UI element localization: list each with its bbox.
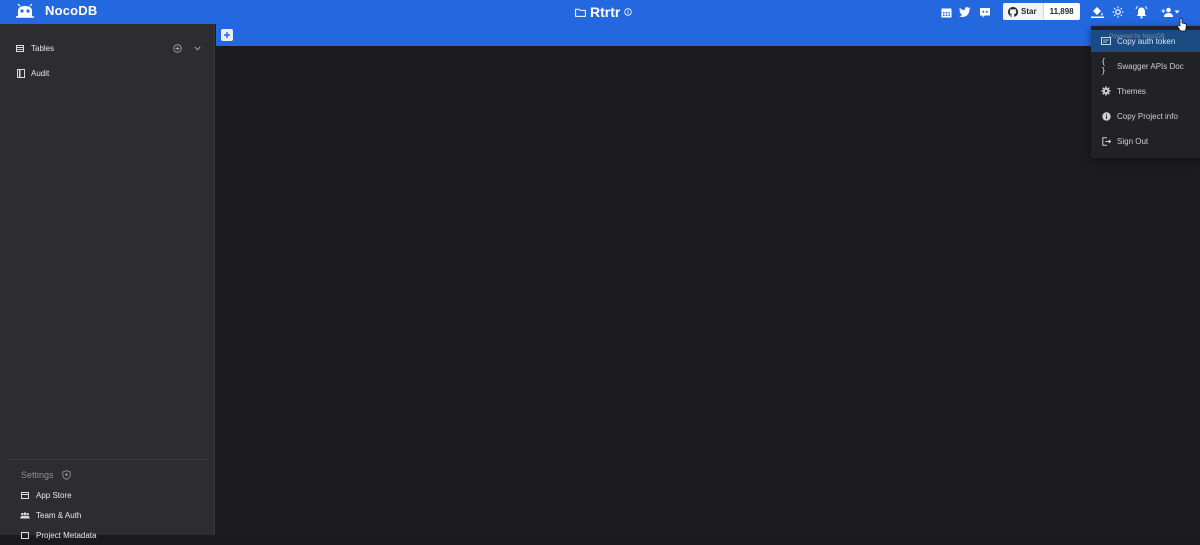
sidebar-item-label: App Store (36, 490, 72, 500)
discord-icon[interactable] (978, 5, 992, 19)
caret-down-icon (1174, 10, 1179, 14)
paint-bucket-icon[interactable] (1090, 5, 1104, 19)
main-content (216, 46, 1200, 535)
menu-item-label: Themes (1117, 86, 1146, 96)
sign-out-icon (1101, 136, 1111, 146)
plus-icon (224, 32, 230, 38)
sidebar-item-app-store[interactable]: App Store (0, 485, 215, 505)
add-table-icon[interactable] (173, 43, 182, 53)
info-icon (1101, 111, 1111, 121)
table-icon (16, 44, 24, 52)
shield-icon (61, 470, 71, 480)
sidebar: Tables Audit Settings App Store Team & A… (0, 24, 215, 540)
github-star[interactable]: Star (1003, 3, 1044, 20)
user-menu-button[interactable] (1159, 5, 1181, 19)
sidebar-item-project-metadata[interactable]: Project Metadata (0, 525, 215, 545)
mouse-cursor-icon (1177, 18, 1187, 32)
tab-bar (216, 24, 1200, 46)
divider (8, 459, 208, 460)
menu-item-label: Copy auth token (1117, 36, 1176, 46)
menu-item-copy-project-info[interactable]: Copy Project info (1091, 105, 1200, 127)
top-bar: NocoDB Rtrtr Star 11,898 (0, 0, 1200, 24)
settings-heading: Settings (21, 470, 71, 480)
menu-item-label: Copy Project info (1117, 111, 1178, 121)
info-icon[interactable] (624, 8, 633, 16)
twitter-icon[interactable] (958, 5, 972, 19)
project-title[interactable]: Rtrtr (575, 4, 633, 20)
add-tab-button[interactable] (221, 29, 233, 41)
user-dropdown-menu: Powered by NocoDB Copy auth token { } Sw… (1091, 26, 1200, 158)
nocodb-logo-icon[interactable] (15, 3, 35, 20)
user-add-icon (1161, 7, 1173, 17)
sidebar-item-label: Audit (31, 68, 50, 78)
github-icon (1008, 6, 1018, 17)
github-star-button[interactable]: Star 11,898 (1003, 3, 1080, 20)
project-name: Rtrtr (590, 4, 621, 20)
chevron-down-icon[interactable] (194, 45, 201, 51)
sidebar-item-tables[interactable]: Tables (0, 38, 215, 58)
brand-name[interactable]: NocoDB (45, 3, 97, 18)
sidebar-item-label: Tables (31, 43, 55, 53)
menu-item-label: Sign Out (1117, 136, 1149, 146)
brightness-icon[interactable] (1111, 5, 1125, 19)
sidebar-item-audit[interactable]: Audit (0, 63, 215, 83)
menu-item-sign-out[interactable]: Sign Out (1091, 130, 1200, 152)
sidebar-item-team-auth[interactable]: Team & Auth (0, 505, 215, 525)
braces-icon: { } (1101, 57, 1106, 75)
sidebar-item-label: Team & Auth (36, 510, 82, 520)
menu-item-label: Swagger APIs Doc (1117, 61, 1184, 71)
metadata-icon (21, 531, 29, 539)
menu-item-copy-auth-token[interactable]: Powered by NocoDB Copy auth token (1091, 30, 1200, 52)
token-icon (1101, 36, 1111, 46)
github-star-label: Star (1021, 7, 1037, 16)
folder-icon (575, 8, 586, 17)
sidebar-item-label: Project Metadata (36, 530, 97, 540)
menu-item-swagger-apis-doc[interactable]: { } Swagger APIs Doc (1091, 55, 1200, 77)
calendar-icon[interactable] (939, 5, 953, 19)
gear-icon (1101, 86, 1111, 96)
bell-icon[interactable] (1134, 5, 1148, 19)
team-icon (20, 511, 30, 518)
settings-label: Settings (21, 470, 54, 480)
menu-item-themes[interactable]: Themes (1091, 80, 1200, 102)
store-icon (21, 491, 29, 499)
github-star-count[interactable]: 11,898 (1043, 3, 1080, 20)
audit-icon (17, 68, 25, 78)
